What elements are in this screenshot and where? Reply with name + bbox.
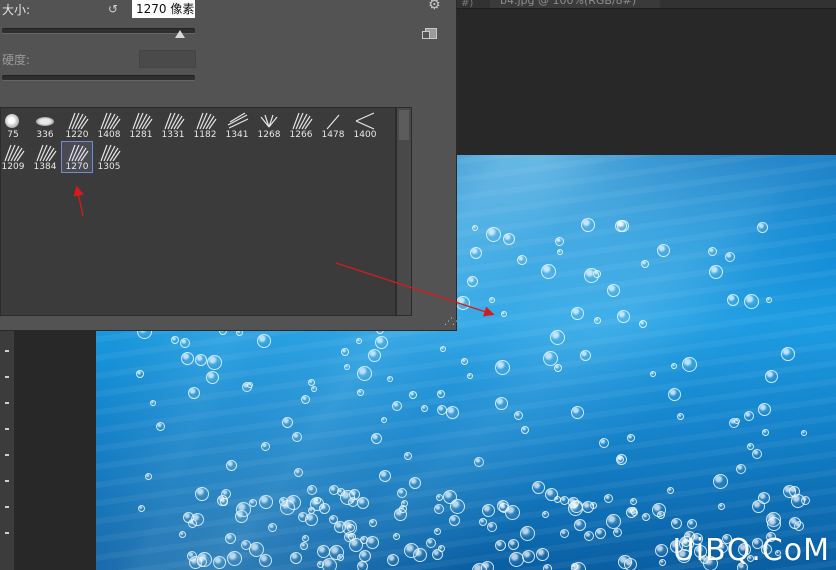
arrow-to-selected-brush [73, 185, 84, 217]
annotation-arrows [73, 185, 495, 317]
arrow-to-canvas [335, 262, 495, 317]
